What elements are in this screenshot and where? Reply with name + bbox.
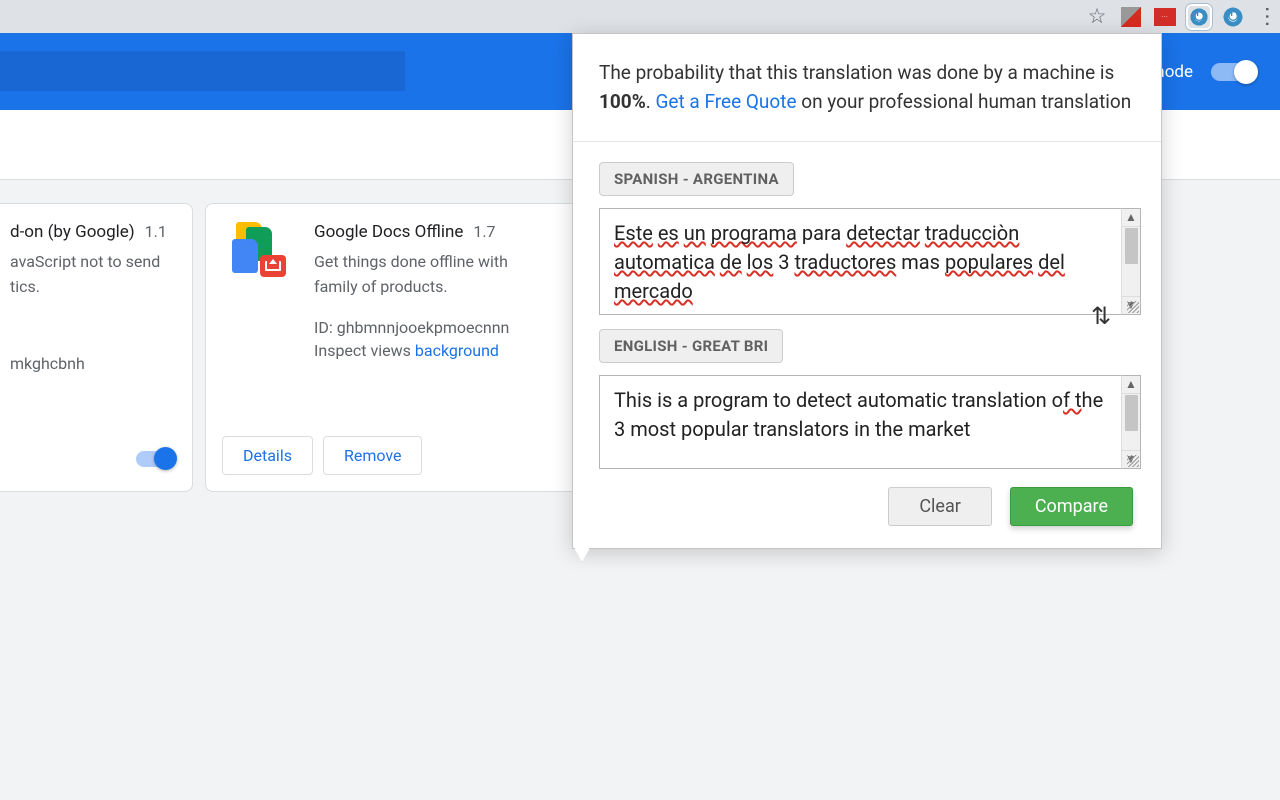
scroll-handle[interactable] <box>1125 228 1138 264</box>
chrome-menu-icon[interactable]: ⋯ <box>1256 6 1278 28</box>
probability-message: The probability that this translation wa… <box>573 34 1161 142</box>
developer-mode-toggle[interactable] <box>1211 63 1256 81</box>
extension-lastpass-icon[interactable]: ••• <box>1154 6 1176 28</box>
free-quote-link[interactable]: Get a Free Quote <box>655 90 796 113</box>
extension-google-icon[interactable] <box>1120 6 1142 28</box>
docs-offline-icon <box>228 222 290 284</box>
star-icon[interactable]: ☆ <box>1086 6 1108 28</box>
collapse-caret-icon[interactable] <box>574 548 590 562</box>
probability-value: 100% <box>599 90 646 113</box>
inspect-views-label: Inspect views <box>314 341 411 360</box>
extension-desc-line: tics. <box>10 275 170 300</box>
extension-translator-icon[interactable]: ↻ <box>1188 6 1210 28</box>
msg-text: The probability that this translation wa… <box>599 61 1114 84</box>
scroll-up-icon[interactable]: ▲ <box>1122 209 1140 227</box>
search-box[interactable] <box>0 51 405 91</box>
inspect-background-link[interactable]: background <box>415 341 499 360</box>
scroll-up-icon[interactable]: ▲ <box>1122 376 1140 394</box>
clear-button[interactable]: Clear <box>888 487 992 526</box>
extension-title: d-on (by Google) <box>10 222 135 242</box>
resize-grip[interactable] <box>1127 455 1139 467</box>
extension-desc-line: avaScript not to send <box>10 250 170 275</box>
extension-title: Google Docs Offline <box>314 222 463 242</box>
resize-grip[interactable] <box>1127 301 1139 313</box>
scroll-handle[interactable] <box>1125 395 1138 431</box>
compare-button[interactable]: Compare <box>1010 487 1133 526</box>
extension-id-fragment: mkghcbnh <box>10 354 170 373</box>
target-text-area[interactable]: This is a program to detect automatic tr… <box>599 375 1121 469</box>
extension-id-value: ghbmnnjooekpmoecnnn <box>337 318 510 337</box>
extension-enable-toggle[interactable] <box>136 451 174 467</box>
extension-version: 1.1 <box>145 222 167 241</box>
target-language-button[interactable]: ENGLISH - GREAT BRI <box>599 329 783 363</box>
msg-text: on your professional human translation <box>797 90 1132 113</box>
swap-languages-icon[interactable]: ⇅ <box>1091 302 1111 330</box>
source-text-area[interactable]: Este es un programa para detectar traduc… <box>599 208 1121 315</box>
extension-sync-icon[interactable]: ↻ <box>1222 6 1244 28</box>
remove-button[interactable]: Remove <box>323 436 423 475</box>
details-button[interactable]: Details <box>222 436 313 475</box>
translation-popup: The probability that this translation wa… <box>572 33 1162 549</box>
scrollbar[interactable]: ▲ ▼ <box>1121 208 1141 315</box>
scrollbar[interactable]: ▲ ▼ <box>1121 375 1141 469</box>
extension-version: 1.7 <box>473 222 495 241</box>
chrome-toolbar: ☆ ••• ↻ ↻ ⋯ <box>0 0 1280 33</box>
extension-card-partial: d-on (by Google) 1.1 avaScript not to se… <box>0 203 193 492</box>
source-language-button[interactable]: SPANISH - ARGENTINA <box>599 162 794 196</box>
extension-id-label: ID: <box>314 318 333 337</box>
